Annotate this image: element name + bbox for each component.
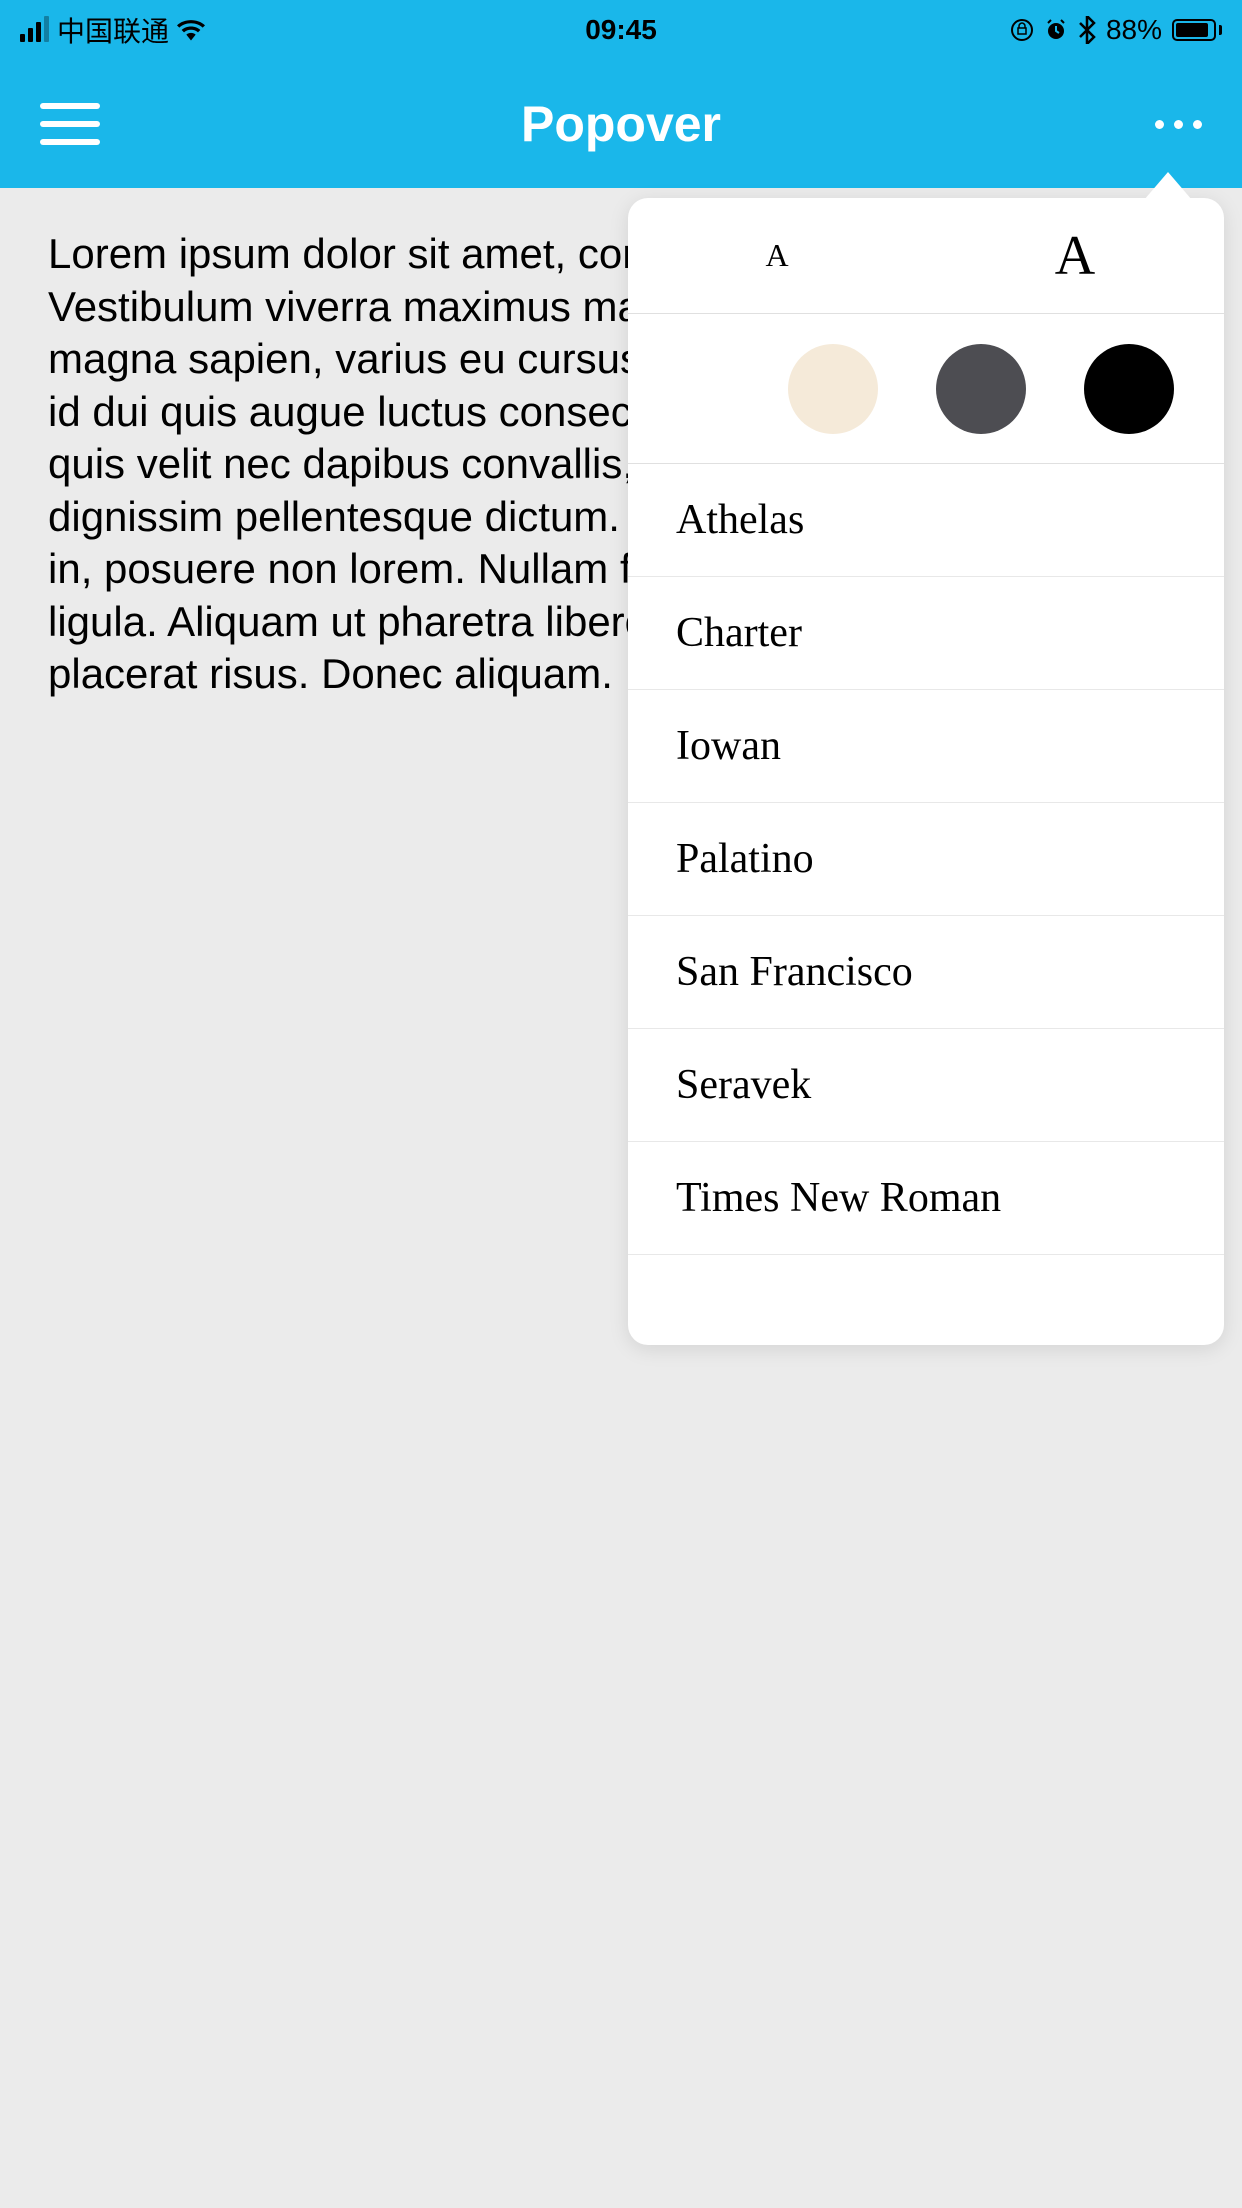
font-option[interactable]: San Francisco [628, 916, 1224, 1029]
theme-color-row [628, 314, 1224, 464]
signal-icon [20, 18, 49, 42]
wifi-icon [177, 19, 205, 41]
status-bar: 中国联通 09:45 88% [0, 0, 1242, 60]
battery-pct-label: 88% [1106, 14, 1162, 46]
text-size-row: A A [628, 198, 1224, 314]
time-label: 09:45 [585, 14, 657, 46]
font-option[interactable]: Palatino [628, 803, 1224, 916]
battery-icon [1172, 19, 1222, 41]
orientation-lock-icon [1010, 18, 1034, 42]
bluetooth-icon [1078, 16, 1096, 44]
font-option[interactable]: Athelas [628, 464, 1224, 577]
text-size-small-button[interactable]: A [628, 198, 926, 313]
font-list: Athelas Charter Iowan Palatino San Franc… [628, 464, 1224, 1345]
carrier-label: 中国联通 [57, 10, 169, 50]
page-title: Popover [521, 95, 721, 153]
popover-arrow [1144, 172, 1192, 200]
menu-button[interactable] [40, 103, 100, 145]
nav-bar: Popover [0, 60, 1242, 188]
popover-panel: A A Athelas Charter Iowan Palatino San F… [628, 198, 1224, 1345]
more-button[interactable] [1155, 120, 1202, 129]
font-option[interactable]: Times New Roman [628, 1142, 1224, 1255]
theme-sepia-button[interactable] [788, 344, 878, 434]
font-option[interactable]: Iowan [628, 690, 1224, 803]
status-left: 中国联通 [20, 10, 205, 50]
theme-gray-button[interactable] [936, 344, 1026, 434]
font-option[interactable]: Charter [628, 577, 1224, 690]
theme-black-button[interactable] [1084, 344, 1174, 434]
font-option[interactable]: Seravek [628, 1029, 1224, 1142]
alarm-icon [1044, 18, 1068, 42]
text-size-large-button[interactable]: A [926, 198, 1224, 313]
status-right: 88% [1010, 14, 1222, 46]
